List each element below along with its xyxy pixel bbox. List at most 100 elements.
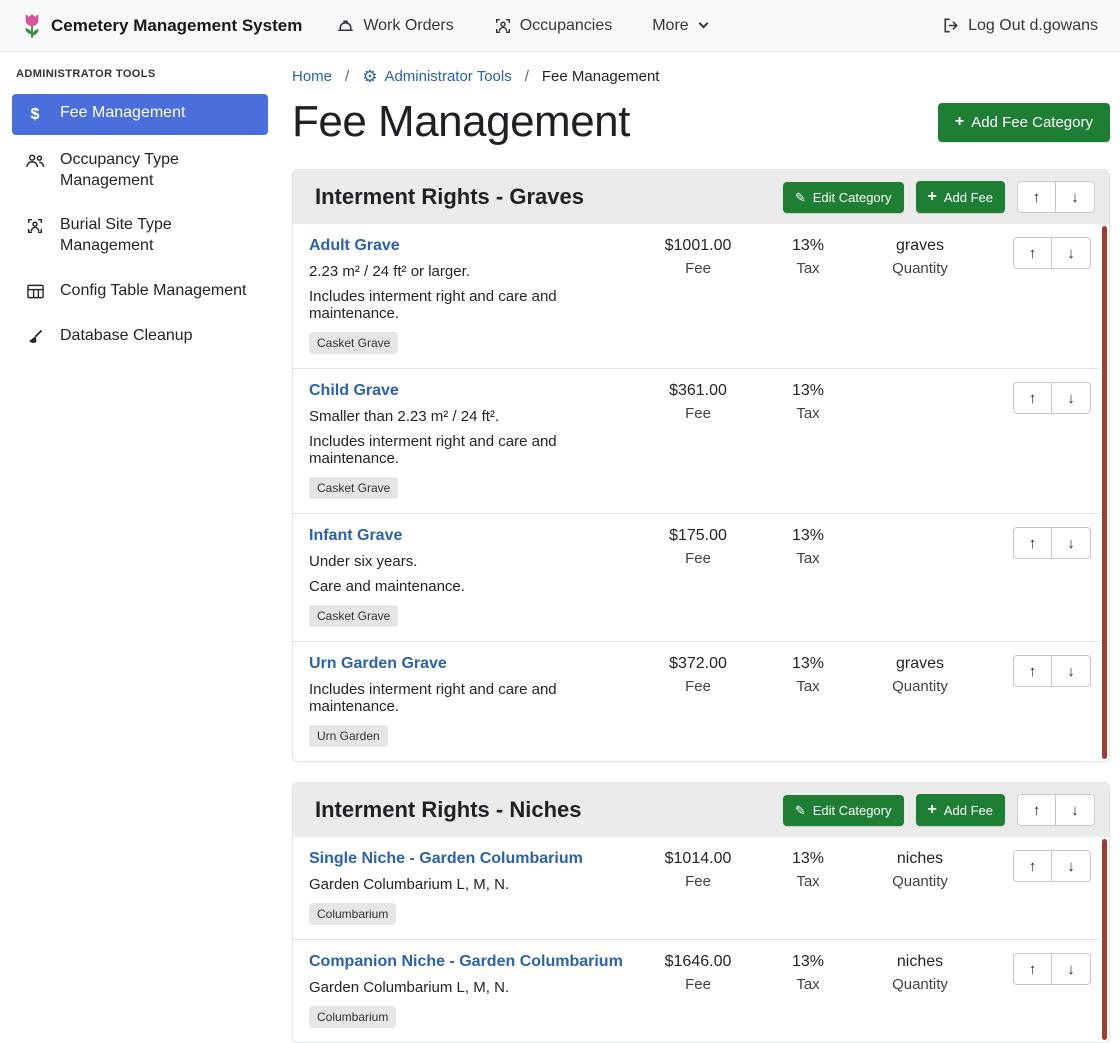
move-fee-up-button[interactable]: ↑ <box>1013 953 1052 985</box>
move-category-up-button[interactable]: ↑ <box>1017 181 1056 213</box>
fee-type-badge: Columbarium <box>309 1006 396 1028</box>
fee-details: Infant Grave Under six years. Care and m… <box>309 527 633 627</box>
add-fee-label: Add Fee <box>944 190 993 205</box>
move-fee-up-button[interactable]: ↑ <box>1013 527 1052 559</box>
add-fee-category-button[interactable]: + Add Fee Category <box>938 103 1110 142</box>
fee-amount: $1014.00 <box>639 850 757 868</box>
fee-name-link[interactable]: Companion Niche - Garden Columbarium <box>309 953 623 971</box>
move-fee-down-button[interactable]: ↓ <box>1052 953 1091 985</box>
fee-reorder-group: ↑ ↓ <box>1013 655 1091 687</box>
fee-name-link[interactable]: Urn Garden Grave <box>309 655 447 673</box>
fee-type-badge: Columbarium <box>309 903 396 925</box>
breadcrumb-home-link[interactable]: Home <box>292 68 332 85</box>
move-fee-up-button[interactable]: ↑ <box>1013 850 1052 882</box>
breadcrumb-admin-tools-label: Administrator Tools <box>384 68 511 85</box>
fee-description: Care and maintenance. <box>309 578 633 595</box>
tax-value: 13% <box>763 655 853 673</box>
fee-type-badge: Casket Grave <box>309 605 398 627</box>
nav-item-occupancies[interactable]: Occupancies <box>494 17 613 35</box>
fee-details: Child Grave Smaller than 2.23 m² / 24 ft… <box>309 382 633 499</box>
fee-type-badge: Casket Grave <box>309 477 398 499</box>
sidebar-item-fee-management[interactable]: $ Fee Management <box>12 94 268 135</box>
fee-name-link[interactable]: Child Grave <box>309 382 399 400</box>
quantity-cell: graves Quantity <box>859 655 981 747</box>
fee-amount: $1001.00 <box>639 237 757 255</box>
sidebar-item-database-cleanup[interactable]: Database Cleanup <box>12 317 268 356</box>
card-header: Interment Rights - Graves ✎ Edit Categor… <box>293 170 1109 224</box>
edit-category-button[interactable]: ✎ Edit Category <box>783 182 904 213</box>
chevron-down-icon <box>698 19 708 29</box>
tax-label: Tax <box>763 976 853 993</box>
nav-item-work-orders[interactable]: Work Orders <box>336 16 453 35</box>
tax-cell: 13% Tax <box>763 527 853 627</box>
fee-name-link[interactable]: Infant Grave <box>309 527 402 545</box>
fee-description: Includes interment right and care and ma… <box>309 433 633 467</box>
add-fee-label: Add Fee <box>944 803 993 818</box>
sidebar-item-label: Fee Management <box>60 103 185 124</box>
fee-name-link[interactable]: Single Niche - Garden Columbarium <box>309 850 583 868</box>
sidebar-item-label: Burial Site Type Management <box>60 215 256 257</box>
tax-value: 13% <box>763 382 853 400</box>
sidebar-item-occupancy-type-management[interactable]: Occupancy Type Management <box>12 141 268 201</box>
fee-reorder-group: ↑ ↓ <box>1013 382 1091 414</box>
person-frame-icon <box>24 217 46 235</box>
add-fee-button[interactable]: + Add Fee <box>916 794 1006 826</box>
quantity-unit: graves <box>859 655 981 673</box>
edit-category-label: Edit Category <box>813 803 892 818</box>
nav-item-more[interactable]: More <box>652 17 706 35</box>
card-scrollbar[interactable] <box>1102 839 1107 1040</box>
move-category-up-button[interactable]: ↑ <box>1017 794 1056 826</box>
fee-description: Garden Columbarium L, M, N. <box>309 979 633 996</box>
card-scrollbar[interactable] <box>1102 226 1107 759</box>
move-fee-up-button[interactable]: ↑ <box>1013 655 1052 687</box>
move-fee-down-button[interactable]: ↓ <box>1052 655 1091 687</box>
fee-reorder-group: ↑ ↓ <box>1013 527 1091 559</box>
quantity-label: Quantity <box>859 678 981 695</box>
fee-name-link[interactable]: Adult Grave <box>309 237 400 255</box>
move-category-down-button[interactable]: ↓ <box>1056 794 1095 826</box>
fee-details: Single Niche - Garden Columbarium Garden… <box>309 850 633 925</box>
sidebar-item-config-table-management[interactable]: Config Table Management <box>12 272 268 311</box>
move-fee-down-button[interactable]: ↓ <box>1052 382 1091 414</box>
fee-amount: $372.00 <box>639 655 757 673</box>
fee-amount-label: Fee <box>639 976 757 993</box>
fee-row-child-grave: Child Grave Smaller than 2.23 m² / 24 ft… <box>293 368 1099 513</box>
tax-value: 13% <box>763 237 853 255</box>
logout-link[interactable]: Log Out d.gowans <box>941 16 1098 35</box>
fee-details: Adult Grave 2.23 m² / 24 ft² or larger. … <box>309 237 633 354</box>
quantity-cell <box>859 527 981 627</box>
fee-amount-cell: $175.00 Fee <box>639 527 757 627</box>
app-title: Cemetery Management System <box>51 16 302 36</box>
app-brand[interactable]: Cemetery Management System <box>22 12 302 40</box>
breadcrumb-current: Fee Management <box>542 68 660 85</box>
move-fee-down-button[interactable]: ↓ <box>1052 237 1091 269</box>
fee-amount-label: Fee <box>639 550 757 567</box>
fee-type-badge: Urn Garden <box>309 725 388 747</box>
sidebar-item-burial-site-type-management[interactable]: Burial Site Type Management <box>12 206 268 266</box>
add-fee-button[interactable]: + Add Fee <box>916 181 1006 213</box>
quantity-cell: graves Quantity <box>859 237 981 354</box>
fee-amount-cell: $361.00 Fee <box>639 382 757 499</box>
quantity-label: Quantity <box>859 873 981 890</box>
plus-icon: + <box>928 802 937 818</box>
move-fee-up-button[interactable]: ↑ <box>1013 382 1052 414</box>
tulip-logo-icon <box>22 12 42 40</box>
move-fee-down-button[interactable]: ↓ <box>1052 527 1091 559</box>
nav-item-label: More <box>652 17 688 35</box>
tax-label: Tax <box>763 678 853 695</box>
fee-details: Companion Niche - Garden Columbarium Gar… <box>309 953 633 1028</box>
fee-amount-cell: $1014.00 Fee <box>639 850 757 925</box>
table-icon <box>24 283 46 300</box>
tax-label: Tax <box>763 405 853 422</box>
fee-description: Includes interment right and care and ma… <box>309 288 633 322</box>
edit-category-button[interactable]: ✎ Edit Category <box>783 795 904 826</box>
pencil-icon: ✎ <box>795 191 806 204</box>
move-fee-up-button[interactable]: ↑ <box>1013 237 1052 269</box>
move-fee-down-button[interactable]: ↓ <box>1052 850 1091 882</box>
tax-label: Tax <box>763 550 853 567</box>
quantity-unit: graves <box>859 237 981 255</box>
move-category-down-button[interactable]: ↓ <box>1056 181 1095 213</box>
category-title: Interment Rights - Graves <box>307 184 771 210</box>
breadcrumb-admin-tools-link[interactable]: ⚙ Administrator Tools <box>362 68 512 85</box>
breadcrumb-separator: / <box>345 68 349 85</box>
